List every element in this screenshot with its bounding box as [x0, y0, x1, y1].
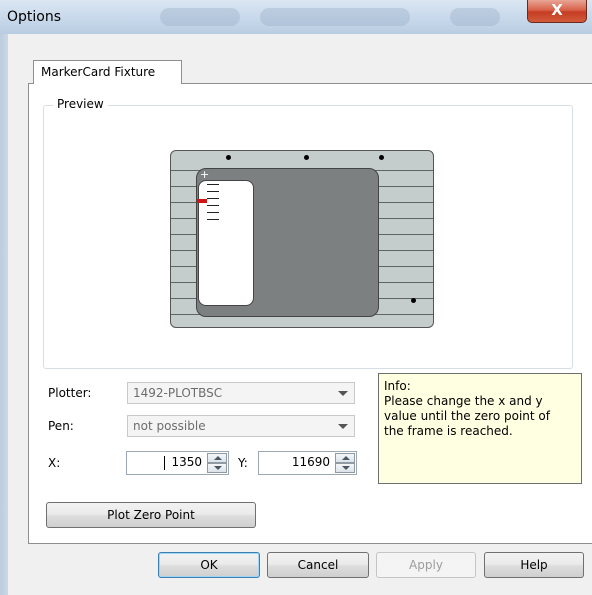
- cancel-button[interactable]: Cancel: [267, 552, 369, 578]
- background-blur: [160, 8, 240, 26]
- pen-label: Pen:: [48, 419, 74, 433]
- x-value: 1350: [171, 455, 202, 469]
- chevron-down-icon: [338, 424, 348, 429]
- help-button[interactable]: Help: [484, 552, 584, 578]
- card-tick: [207, 212, 219, 213]
- y-decrement-button[interactable]: [335, 463, 355, 473]
- plot-zero-point-button[interactable]: Plot Zero Point: [46, 502, 256, 528]
- y-value: 11690: [291, 455, 330, 469]
- window-title: Options: [7, 9, 62, 25]
- plotter-value: 1492-PLOTBSC: [133, 386, 223, 400]
- close-button[interactable]: X: [527, 0, 587, 23]
- x-input[interactable]: 1350: [126, 451, 229, 475]
- text-caret: [164, 456, 165, 470]
- options-dialog: Options X MarkerCard Fixture Preview + P…: [0, 0, 592, 595]
- info-text-line: Please change the x and y: [384, 394, 543, 408]
- ok-button[interactable]: OK: [158, 552, 260, 578]
- card-tick: [207, 191, 219, 192]
- plotter-label: Plotter:: [48, 386, 92, 400]
- pen-value: not possible: [133, 419, 206, 433]
- x-increment-button[interactable]: [207, 453, 227, 463]
- fixture-hole: [304, 155, 309, 160]
- y-label: Y:: [238, 456, 248, 470]
- fixture-hole: [226, 155, 231, 160]
- background-window-title: [260, 8, 410, 26]
- title-bar[interactable]: Options X: [0, 0, 592, 34]
- plotter-select[interactable]: 1492-PLOTBSC: [127, 382, 355, 404]
- dialog-client: MarkerCard Fixture Preview + Plotter: 14…: [8, 34, 592, 595]
- fixture-hole: [379, 155, 384, 160]
- y-input[interactable]: 11690: [258, 451, 357, 475]
- fixture-hole: [411, 298, 416, 303]
- y-spinner: [335, 453, 355, 473]
- info-text-line: value until the zero point of: [384, 409, 550, 423]
- chevron-down-icon: [338, 391, 348, 396]
- apply-button[interactable]: Apply: [376, 552, 476, 578]
- zero-point-icon: +: [200, 168, 210, 181]
- pen-position-marker: [197, 199, 207, 203]
- card-tick: [207, 198, 219, 199]
- x-spinner: [207, 453, 227, 473]
- card-tick: [207, 219, 219, 220]
- x-decrement-button[interactable]: [207, 463, 227, 473]
- window-border: [0, 34, 8, 595]
- tab-panel: Preview + Plotter: 1492-PLOTBSC Pen: not…: [28, 83, 592, 544]
- preview-group-label: Preview: [53, 97, 108, 111]
- card-tick: [207, 205, 219, 206]
- x-label: X:: [48, 456, 61, 470]
- pen-select[interactable]: not possible: [127, 415, 355, 437]
- card-tick: [207, 184, 219, 185]
- info-box: Info: Please change the x and y value un…: [378, 373, 582, 484]
- fixture-preview: +: [170, 150, 434, 328]
- y-increment-button[interactable]: [335, 453, 355, 463]
- info-text-line: the frame is reached.: [384, 424, 513, 438]
- tab-markercard-fixture[interactable]: MarkerCard Fixture: [33, 60, 182, 84]
- background-blur: [450, 8, 500, 26]
- info-title: Info:: [384, 379, 411, 393]
